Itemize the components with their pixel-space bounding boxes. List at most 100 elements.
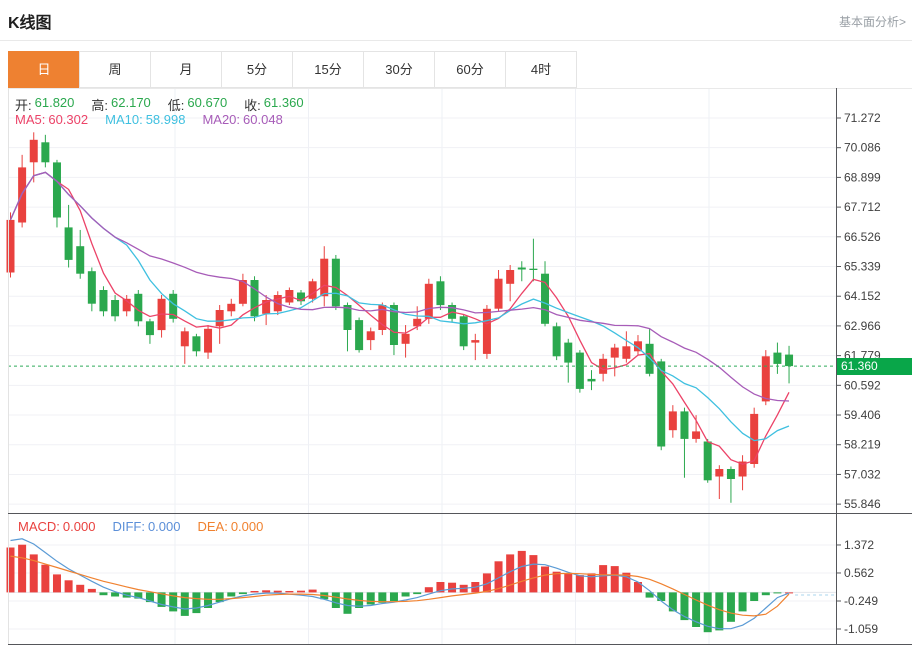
macd-bar[interactable] xyxy=(99,592,107,595)
candle-body[interactable] xyxy=(622,346,630,359)
candle-body[interactable] xyxy=(471,340,479,343)
candle-body[interactable] xyxy=(680,411,688,439)
candle-body[interactable] xyxy=(192,336,200,351)
macd-bar[interactable] xyxy=(553,572,561,593)
macd-bar[interactable] xyxy=(739,592,747,611)
macd-bar[interactable] xyxy=(76,585,84,593)
macd-bar[interactable] xyxy=(7,548,15,593)
macd-bar[interactable] xyxy=(297,591,305,593)
candle-body[interactable] xyxy=(53,162,61,217)
tab-4hour[interactable]: 4时 xyxy=(505,51,577,88)
macd-bar[interactable] xyxy=(576,575,584,592)
macd-bar[interactable] xyxy=(657,592,665,601)
candle-body[interactable] xyxy=(588,379,596,382)
candle-body[interactable] xyxy=(727,469,735,479)
candle-body[interactable] xyxy=(506,270,514,284)
y-axis-label: -0.249 xyxy=(844,594,878,608)
kline-chart-canvas[interactable]: 71.27270.08668.89967.71266.52665.33964.1… xyxy=(0,88,912,645)
tab-60min[interactable]: 60分 xyxy=(434,51,506,88)
macd-bar[interactable] xyxy=(367,592,375,604)
candle-body[interactable] xyxy=(181,331,189,346)
macd-bar[interactable] xyxy=(599,565,607,592)
macd-bar[interactable] xyxy=(762,592,770,595)
candle-body[interactable] xyxy=(483,309,491,354)
candle-body[interactable] xyxy=(76,246,84,274)
candle-body[interactable] xyxy=(251,280,259,316)
macd-bar[interactable] xyxy=(53,574,61,592)
candle-body[interactable] xyxy=(111,300,119,316)
macd-bar[interactable] xyxy=(773,592,781,593)
candle-body[interactable] xyxy=(332,259,340,307)
tab-30min[interactable]: 30分 xyxy=(363,51,435,88)
candle-body[interactable] xyxy=(715,469,723,477)
candle-body[interactable] xyxy=(611,348,619,358)
candle-body[interactable] xyxy=(355,320,363,350)
candle-body[interactable] xyxy=(529,269,537,270)
candle-body[interactable] xyxy=(436,281,444,305)
macd-bar[interactable] xyxy=(390,592,398,601)
macd-bar[interactable] xyxy=(727,592,735,621)
macd-bar[interactable] xyxy=(332,592,340,608)
macd-bar[interactable] xyxy=(227,592,235,596)
candle-body[interactable] xyxy=(495,279,503,309)
tab-15min[interactable]: 15分 xyxy=(292,51,364,88)
candle-body[interactable] xyxy=(216,310,224,326)
candle-body[interactable] xyxy=(564,343,572,363)
fundamental-analysis-link[interactable]: 基本面分析> xyxy=(839,13,906,30)
candle-body[interactable] xyxy=(704,442,712,481)
macd-bar[interactable] xyxy=(425,587,433,592)
candle-body[interactable] xyxy=(99,290,107,311)
candle-body[interactable] xyxy=(367,331,375,340)
candle-body[interactable] xyxy=(773,353,781,364)
candle-body[interactable] xyxy=(425,284,433,319)
macd-bar[interactable] xyxy=(88,589,96,593)
macd-bar[interactable] xyxy=(750,592,758,601)
candle-body[interactable] xyxy=(7,220,15,273)
candle-body[interactable] xyxy=(692,431,700,439)
candle-body[interactable] xyxy=(320,259,328,297)
macd-bar[interactable] xyxy=(448,583,456,593)
macd-bar[interactable] xyxy=(274,591,282,593)
tab-week[interactable]: 周 xyxy=(79,51,151,88)
macd-bar[interactable] xyxy=(715,592,723,630)
macd-bar[interactable] xyxy=(611,566,619,592)
candle-body[interactable] xyxy=(518,268,526,270)
macd-bar[interactable] xyxy=(181,592,189,616)
y-axis-label: 0.562 xyxy=(844,566,874,580)
tab-month[interactable]: 月 xyxy=(150,51,222,88)
candle-body[interactable] xyxy=(785,355,793,367)
macd-bar[interactable] xyxy=(309,590,317,593)
candle-body[interactable] xyxy=(460,316,468,346)
candle-body[interactable] xyxy=(30,140,38,163)
candle-body[interactable] xyxy=(762,356,770,401)
macd-bar[interactable] xyxy=(413,592,421,594)
candle-body[interactable] xyxy=(204,329,212,353)
candle-body[interactable] xyxy=(227,304,235,312)
macd-bar[interactable] xyxy=(251,591,259,592)
macd-bar[interactable] xyxy=(239,592,247,594)
candle-body[interactable] xyxy=(402,334,410,344)
candle-body[interactable] xyxy=(88,271,96,304)
macd-bar[interactable] xyxy=(285,591,293,592)
macd-bar[interactable] xyxy=(192,592,200,613)
candle-body[interactable] xyxy=(553,326,561,356)
macd-bar[interactable] xyxy=(669,592,677,611)
macd-bar[interactable] xyxy=(18,545,26,593)
tab-day[interactable]: 日 xyxy=(8,51,80,88)
macd-bar[interactable] xyxy=(402,592,410,596)
macd-bar[interactable] xyxy=(564,573,572,592)
macd-bar[interactable] xyxy=(65,580,73,592)
macd-bar[interactable] xyxy=(518,551,526,593)
macd-bar[interactable] xyxy=(41,565,49,593)
macd-bar[interactable] xyxy=(529,555,537,592)
candle-body[interactable] xyxy=(576,353,584,389)
macd-bar[interactable] xyxy=(343,592,351,613)
candle-body[interactable] xyxy=(41,142,49,162)
candle-body[interactable] xyxy=(146,321,154,335)
candle-body[interactable] xyxy=(65,227,73,260)
tab-5min[interactable]: 5分 xyxy=(221,51,293,88)
candle-body[interactable] xyxy=(669,411,677,430)
macd-bar[interactable] xyxy=(541,567,549,593)
candle-body[interactable] xyxy=(309,281,317,299)
macd-bar[interactable] xyxy=(262,590,270,592)
